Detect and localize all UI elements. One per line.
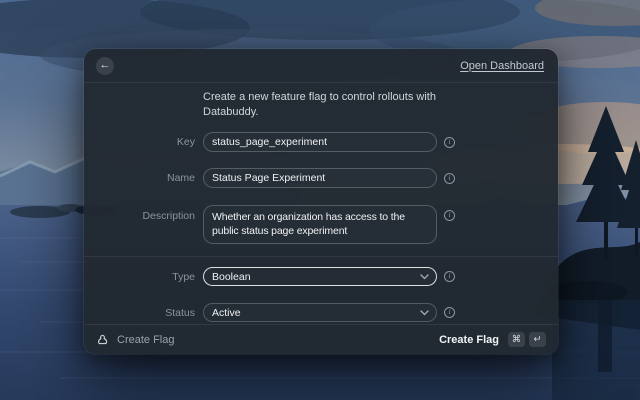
status-select-value: Active <box>212 307 241 319</box>
form-row-type: Type Boolean i <box>84 267 558 286</box>
form-row-status: Status Active i <box>84 303 558 322</box>
form-row-name: Name i <box>84 168 558 188</box>
footer-action-label: Create Flag <box>117 334 174 346</box>
name-label: Name <box>84 172 195 184</box>
info-icon[interactable]: i <box>444 307 455 318</box>
databuddy-logo-icon <box>96 333 109 346</box>
key-input[interactable] <box>203 132 437 152</box>
form-row-description: Description Whether an organization has … <box>84 205 558 244</box>
description-textarea[interactable]: Whether an organization has access to th… <box>203 205 437 244</box>
info-icon[interactable]: i <box>444 173 455 184</box>
chevron-down-icon <box>420 274 429 280</box>
name-input[interactable] <box>203 168 437 188</box>
type-label: Type <box>84 271 195 283</box>
intro-text: Create a new feature flag to control rol… <box>203 90 463 120</box>
type-select-value: Boolean <box>212 271 251 283</box>
open-dashboard-link[interactable]: Open Dashboard <box>460 60 544 72</box>
status-label: Status <box>84 307 195 319</box>
key-label: Key <box>84 136 195 148</box>
section-divider <box>84 256 558 257</box>
submit-label: Create Flag <box>439 334 499 346</box>
info-icon[interactable]: i <box>444 210 455 221</box>
status-select[interactable]: Active <box>203 303 437 322</box>
return-key-icon: ↵ <box>529 332 546 347</box>
info-icon[interactable]: i <box>444 137 455 148</box>
type-select[interactable]: Boolean <box>203 267 437 286</box>
command-key-icon: ⌘ <box>508 332 525 347</box>
form-row-key: Key i <box>84 132 558 152</box>
footer-submit[interactable]: Create Flag ⌘ ↵ <box>439 332 546 347</box>
back-arrow-icon: ← <box>100 60 111 71</box>
chevron-down-icon <box>420 310 429 316</box>
description-label: Description <box>84 205 195 222</box>
create-flag-dialog: ← Open Dashboard Create a new feature fl… <box>84 49 558 354</box>
dialog-footer: Create Flag Create Flag ⌘ ↵ <box>84 324 558 354</box>
info-icon[interactable]: i <box>444 271 455 282</box>
dialog-header: ← Open Dashboard <box>84 49 558 83</box>
footer-action[interactable]: Create Flag <box>96 333 174 346</box>
back-button[interactable]: ← <box>96 57 114 75</box>
dialog-body: Create a new feature flag to control rol… <box>84 83 558 324</box>
